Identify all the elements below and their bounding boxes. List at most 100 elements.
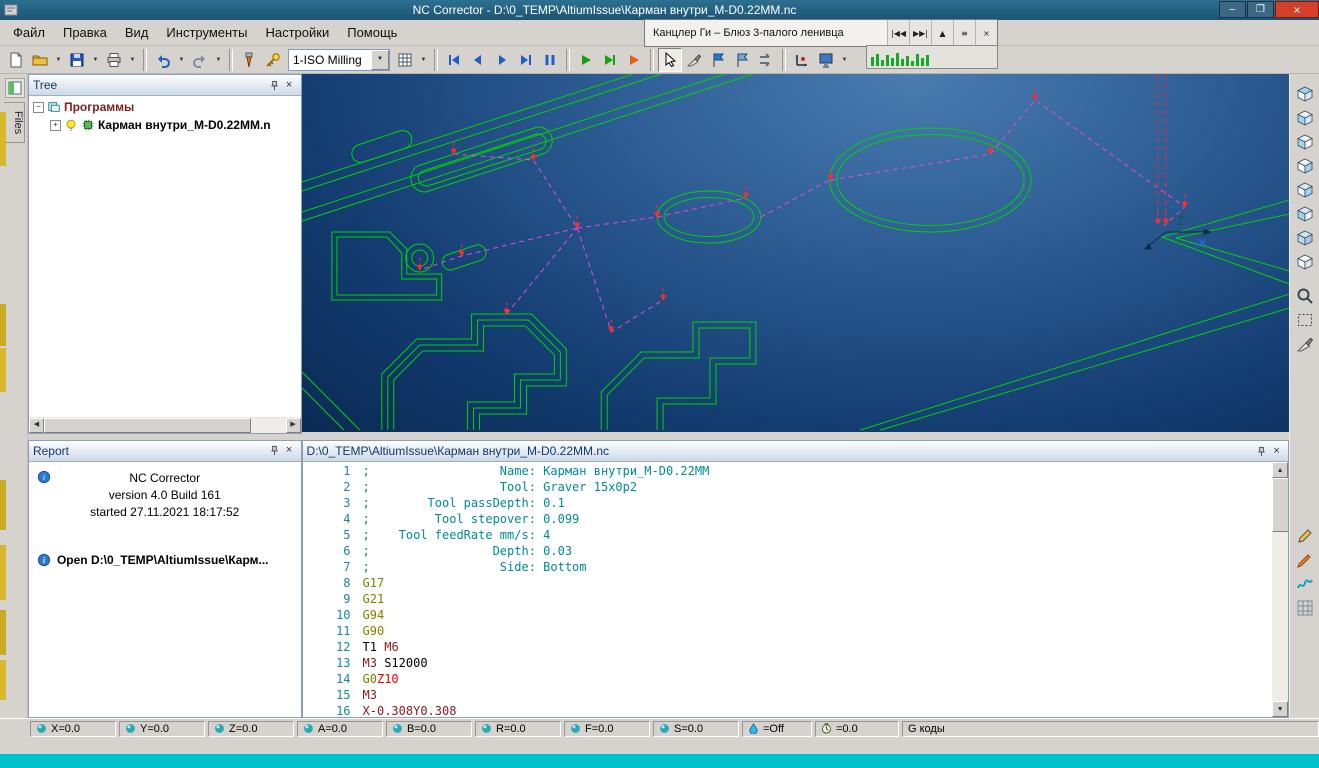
- print-button-dropdown[interactable]: ▼: [126, 48, 139, 72]
- ball-icon: [570, 723, 581, 734]
- display-options-button-group: ▼: [814, 48, 851, 72]
- player-next-button[interactable]: ▶▶|: [909, 20, 931, 46]
- files-panel-button[interactable]: [5, 78, 25, 99]
- undo-button-dropdown[interactable]: ▼: [175, 48, 188, 72]
- run-forward-button[interactable]: [574, 48, 598, 72]
- view-iso-back-button[interactable]: [1293, 250, 1317, 273]
- scroll-left-icon[interactable]: ◀: [28, 417, 44, 433]
- undo-button[interactable]: [151, 48, 175, 72]
- code-vertical-scrollbar[interactable]: ▲ ▼: [1272, 462, 1289, 718]
- save-button[interactable]: [65, 48, 89, 72]
- sim-to-end-button[interactable]: [514, 48, 538, 72]
- cube-back-icon: [1296, 205, 1314, 223]
- set-end-flag-button[interactable]: [730, 48, 754, 72]
- scrollbar-thumb[interactable]: [1272, 478, 1289, 533]
- report-pin-button[interactable]: [267, 443, 282, 458]
- sim-to-start-button[interactable]: [442, 48, 466, 72]
- scroll-right-icon[interactable]: ▶: [285, 417, 301, 433]
- view-front-button[interactable]: [1293, 178, 1317, 201]
- edit-path-button[interactable]: [682, 48, 706, 72]
- coords-capture-button[interactable]: [790, 48, 814, 72]
- tool-library-button[interactable]: [261, 48, 285, 72]
- menu-tools[interactable]: Инструменты: [157, 21, 256, 44]
- minimize-button[interactable]: –: [1219, 1, 1246, 19]
- view-bottom-button[interactable]: [1293, 106, 1317, 129]
- open-file-button[interactable]: [28, 48, 52, 72]
- zoom-window-button[interactable]: [1293, 284, 1317, 307]
- section-view-button[interactable]: [1293, 332, 1317, 355]
- display-options-button-dropdown[interactable]: ▼: [838, 48, 851, 72]
- tree-view[interactable]: − Программы + Карман внутри_M-D0.22MM.n: [28, 96, 301, 417]
- expand-icon[interactable]: +: [49, 119, 61, 131]
- sim-pause-button[interactable]: [538, 48, 562, 72]
- select-cursor-button[interactable]: [658, 47, 682, 72]
- gcode-editor[interactable]: 1; Name: Карман внутри_M-D0.22MM 2; Tool:…: [302, 462, 1289, 718]
- set-start-flag-button[interactable]: [706, 48, 730, 72]
- scroll-up-icon[interactable]: ▲: [1272, 462, 1289, 479]
- tree-pin-button[interactable]: [267, 78, 282, 93]
- show-mesh-button[interactable]: [1293, 596, 1317, 619]
- show-surface-button[interactable]: [1293, 572, 1317, 595]
- collapse-icon[interactable]: −: [32, 101, 44, 113]
- operation-combo-value: 1-ISO Milling: [293, 52, 362, 67]
- new-file-button[interactable]: [4, 48, 28, 72]
- sim-play-button[interactable]: [490, 48, 514, 72]
- sim-step-back-button[interactable]: [466, 48, 490, 72]
- view-back-button[interactable]: [1293, 202, 1317, 225]
- ball-icon: [125, 723, 136, 734]
- tree-horizontal-scrollbar[interactable]: ◀ ▶: [28, 416, 301, 433]
- status-b: B=0.0: [386, 720, 472, 737]
- menu-settings[interactable]: Настройки: [256, 21, 338, 44]
- menu-edit[interactable]: Правка: [54, 21, 116, 44]
- zoom-extents-button[interactable]: [1293, 308, 1317, 331]
- files-tab[interactable]: Files: [4, 102, 25, 144]
- redo-button-group: ▼: [188, 48, 225, 72]
- redo-button[interactable]: [188, 48, 212, 72]
- report-panel-header: Report ×: [28, 440, 301, 462]
- view-left-button[interactable]: [1293, 130, 1317, 153]
- player-prev-button[interactable]: |◀◀: [887, 20, 909, 46]
- run-fast-button[interactable]: [622, 48, 646, 72]
- view-right-button[interactable]: [1293, 154, 1317, 177]
- tree-program-row[interactable]: + Карман внутри_M-D0.22MM.n: [33, 116, 301, 134]
- gcode-close-button[interactable]: ×: [1269, 444, 1284, 459]
- measure-button[interactable]: [1293, 524, 1317, 547]
- menu-file[interactable]: Файл: [4, 21, 54, 44]
- optimize-button[interactable]: [754, 48, 778, 72]
- tree-close-button[interactable]: ×: [282, 78, 297, 93]
- toolbar-separator: [650, 48, 654, 71]
- toolpath-viewport[interactable]: Z: [301, 74, 1290, 433]
- mill-tool-button[interactable]: [237, 48, 261, 72]
- print-button[interactable]: [102, 48, 126, 72]
- tree-root-row[interactable]: − Программы: [32, 98, 301, 116]
- report-close-button[interactable]: ×: [282, 443, 297, 458]
- player-menu-button[interactable]: ≡: [953, 20, 975, 46]
- scrollbar-thumb[interactable]: [43, 417, 251, 433]
- gcode-pin-button[interactable]: [1254, 444, 1269, 459]
- menu-view[interactable]: Вид: [116, 21, 158, 44]
- code-line: 16 X-0.308Y0.308: [303, 703, 1272, 717]
- redo-button-dropdown[interactable]: ▼: [212, 48, 225, 72]
- line-number: 12: [336, 640, 351, 655]
- close-button[interactable]: ×: [1275, 1, 1319, 19]
- toolpath-params-button-dropdown[interactable]: ▼: [417, 48, 430, 72]
- player-eject-button[interactable]: ▲: [931, 20, 953, 46]
- display-options-button[interactable]: [814, 48, 838, 72]
- view-iso-button[interactable]: [1293, 226, 1317, 249]
- scrollbar-track[interactable]: [43, 417, 286, 433]
- code-line: 13 M3 S12000: [303, 655, 1272, 671]
- run-to-cursor-button[interactable]: [598, 48, 622, 72]
- scroll-down-icon[interactable]: ▼: [1272, 701, 1289, 718]
- open-file-button-dropdown[interactable]: ▼: [52, 48, 65, 72]
- menu-help[interactable]: Помощь: [338, 21, 406, 44]
- mark-region-button[interactable]: [1293, 548, 1317, 571]
- operation-combo[interactable]: 1-ISO Milling ▼: [288, 48, 390, 71]
- player-close-button[interactable]: ×: [975, 20, 997, 46]
- lightbulb-icon[interactable]: [64, 118, 78, 132]
- save-button-dropdown[interactable]: ▼: [89, 48, 102, 72]
- toolpath-params-button[interactable]: [393, 48, 417, 72]
- view-top-button[interactable]: [1293, 82, 1317, 105]
- player-buttons: |◀◀ ▶▶| ▲ ≡ ×: [887, 20, 997, 46]
- combo-dropdown-icon[interactable]: ▼: [371, 49, 389, 70]
- maximize-button[interactable]: ❐: [1247, 1, 1274, 19]
